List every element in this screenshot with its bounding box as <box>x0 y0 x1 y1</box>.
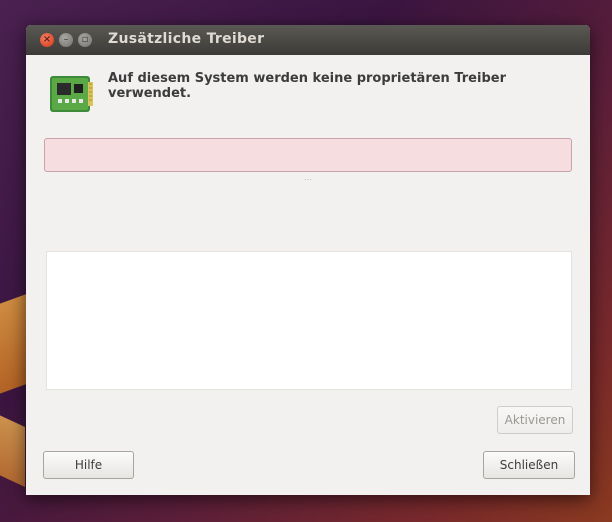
no-proprietary-drivers-message: Auf diesem System werden keine proprietä… <box>108 71 506 101</box>
minimize-icon: – <box>63 34 69 45</box>
maximize-window-button[interactable]: ▫ <box>78 33 92 47</box>
close-window-button[interactable]: × <box>40 33 54 47</box>
wallpaper-decoration <box>0 413 25 487</box>
info-bar <box>44 138 572 172</box>
desktop-background: × – ▫ Zusätzliche Treiber Auf diesem Sys… <box>0 0 612 522</box>
help-button[interactable]: Hilfe <box>43 451 134 479</box>
window-titlebar[interactable]: × – ▫ Zusätzliche Treiber <box>26 25 590 55</box>
driver-card-icon <box>50 76 93 112</box>
driver-list[interactable] <box>46 251 572 390</box>
activate-button[interactable]: Aktivieren <box>497 406 573 434</box>
maximize-icon: ▫ <box>81 34 89 45</box>
minimize-window-button[interactable]: – <box>59 33 73 47</box>
window-title: Zusätzliche Treiber <box>108 31 265 47</box>
additional-drivers-window: × – ▫ Zusätzliche Treiber Auf diesem Sys… <box>26 25 590 495</box>
close-icon: × <box>42 34 52 45</box>
close-button[interactable]: Schließen <box>483 451 575 479</box>
pane-resize-handle[interactable]: ⋯ <box>304 175 312 184</box>
